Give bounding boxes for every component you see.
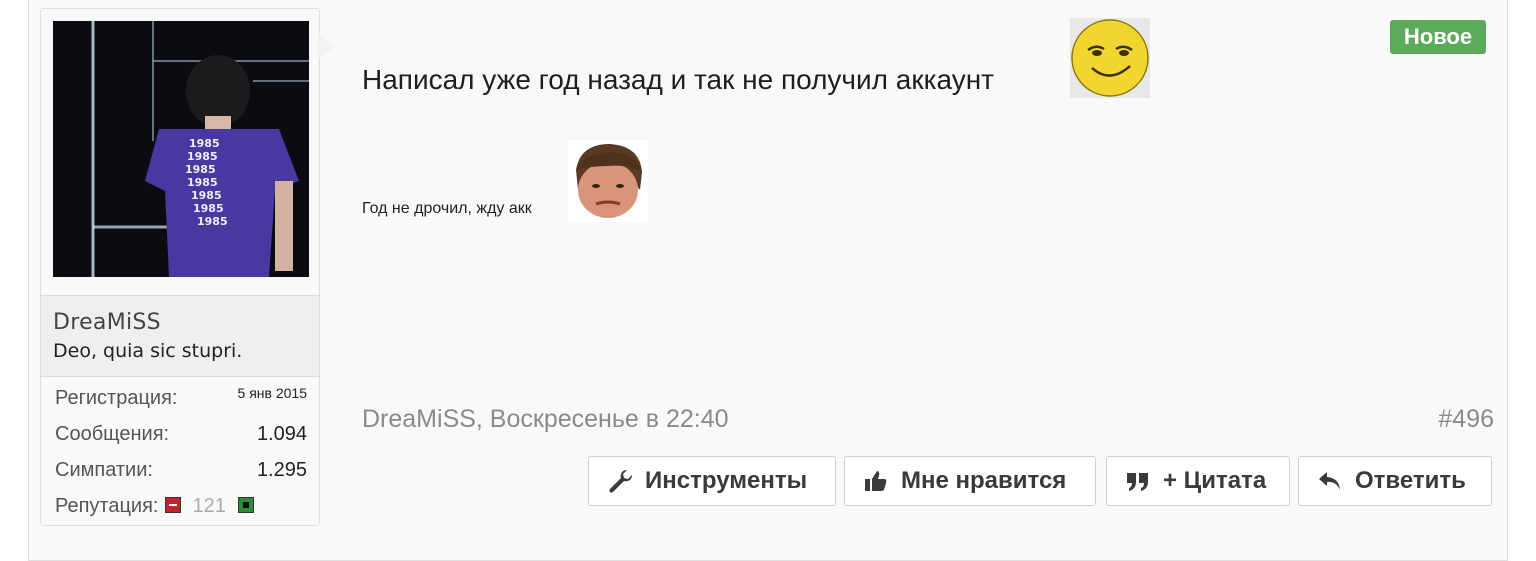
wrench-icon — [609, 469, 633, 493]
user-stats: Регистрация: 5 янв 2015 Сообщения: 1.094… — [55, 385, 307, 531]
like-label: Мне нравится — [901, 467, 1067, 494]
stat-value: 5 янв 2015 — [237, 385, 307, 401]
quote-label: + Цитата — [1163, 467, 1267, 494]
avatar[interactable]: 1985 1985 1985 1985 1985 1985 1985 — [53, 21, 309, 277]
stat-value: 1.295 — [256, 459, 307, 481]
stat-registration: Регистрация: 5 янв 2015 — [55, 385, 307, 423]
reply-icon — [1319, 472, 1340, 490]
stat-label: Репутация: — [55, 495, 159, 517]
avatar-image: 1985 1985 1985 1985 1985 1985 1985 — [53, 21, 309, 277]
new-badge: Новое — [1390, 20, 1486, 54]
message-arrow — [318, 32, 334, 60]
tools-button[interactable]: Инструменты — [588, 456, 836, 506]
user-sidebar: 1985 1985 1985 1985 1985 1985 1985 DreaM… — [40, 8, 320, 526]
svg-text:1985: 1985 — [189, 137, 220, 150]
post-meta[interactable]: DreaMiSS, Воскресенье в 22:40 — [362, 405, 729, 434]
tools-label: Инструменты — [645, 467, 808, 494]
post-text-line2: Год не дрочил, жду акк — [362, 200, 532, 217]
stat-label: Сообщения: — [55, 423, 170, 445]
like-button[interactable]: Мне нравится — [844, 456, 1096, 506]
reply-button[interactable]: Ответить — [1298, 456, 1492, 506]
user-title: Deo, quia sic stupri. — [53, 340, 243, 362]
post-number[interactable]: #496 — [1438, 405, 1494, 434]
svg-text:1985: 1985 — [187, 176, 218, 189]
username[interactable]: DreaMiSS — [53, 310, 161, 335]
face-image — [568, 140, 648, 222]
reply-label: Ответить — [1355, 467, 1466, 494]
stat-label: Регистрация: — [55, 387, 178, 409]
quote-button[interactable]: + Цитата — [1106, 456, 1290, 506]
svg-text:1985: 1985 — [197, 215, 228, 228]
stat-value: 1.094 — [256, 423, 307, 445]
stat-likes: Симпатии: 1.295 — [55, 459, 307, 495]
stat-reputation: Репутация: 121 — [55, 495, 307, 531]
svg-text:1985: 1985 — [185, 163, 216, 176]
svg-text:1985: 1985 — [187, 150, 218, 163]
smiley-image — [1070, 18, 1150, 98]
quote-icon — [1127, 473, 1148, 491]
rep-plus-icon[interactable] — [237, 496, 254, 513]
stat-label: Симпатии: — [55, 459, 153, 481]
svg-text:1985: 1985 — [191, 189, 222, 202]
user-info: DreaMiSS Deo, quia sic stupri. — [41, 295, 319, 377]
post-text-line1: Написал уже год назад и так не получил а… — [362, 64, 994, 95]
stat-messages: Сообщения: 1.094 — [55, 423, 307, 459]
rep-minus-icon[interactable] — [164, 496, 181, 513]
reputation-value: 121 — [192, 495, 226, 517]
thumbs-up-icon — [865, 471, 887, 491]
svg-text:1985: 1985 — [193, 202, 224, 215]
